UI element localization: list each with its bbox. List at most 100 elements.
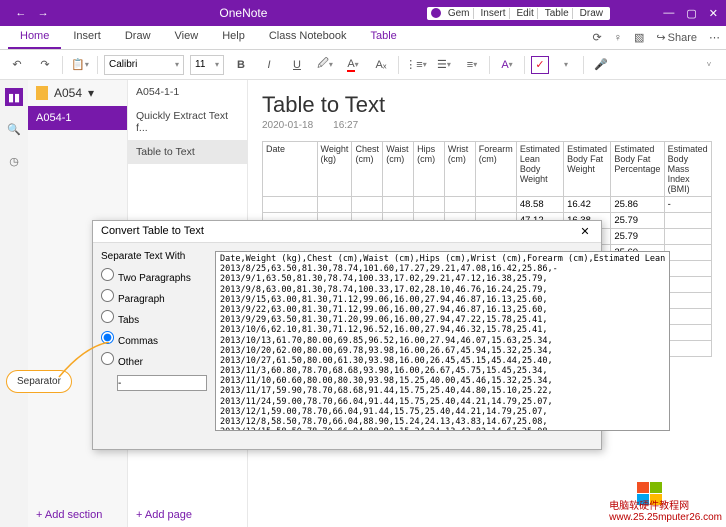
table-cell[interactable]	[263, 197, 318, 213]
clear-format-button[interactable]: Aₓ	[370, 54, 392, 76]
table-header: Hips (cm)	[414, 142, 445, 197]
bold-button[interactable]: B	[230, 54, 252, 76]
gem-toolbar: Gem Insert Edit Table Draw	[427, 7, 610, 20]
tab-insert[interactable]: Insert	[61, 26, 113, 49]
option-other[interactable]: Other	[101, 352, 207, 368]
option-two-paragraphs[interactable]: Two Paragraphs	[101, 268, 207, 284]
page-item[interactable]: A054-1-1	[128, 80, 247, 104]
numbering-button[interactable]: ☰▾	[433, 54, 455, 76]
tab-view[interactable]: View	[163, 26, 211, 49]
notebook-name: A054	[54, 86, 82, 100]
table-header: Estimated Body Fat Percentage	[611, 142, 664, 197]
tab-class-notebook[interactable]: Class Notebook	[257, 26, 359, 49]
add-page-button[interactable]: + Add page	[136, 509, 192, 521]
share-button[interactable]: ↪ Share	[650, 26, 703, 49]
table-cell[interactable]	[664, 293, 711, 309]
table-cell[interactable]	[352, 197, 383, 213]
table-header: Date	[263, 142, 318, 197]
ribbon-collapse-icon[interactable]: ˅	[698, 54, 720, 76]
dictate-button[interactable]: 🎤	[590, 54, 612, 76]
gem-tab-edit[interactable]: Edit	[514, 8, 538, 19]
table-cell[interactable]	[317, 197, 352, 213]
table-cell[interactable]	[664, 261, 711, 277]
undo-button[interactable]: ↶	[6, 54, 28, 76]
table-header: Weight (kg)	[317, 142, 352, 197]
table-cell[interactable]	[664, 325, 711, 341]
tab-home[interactable]: Home	[8, 26, 61, 49]
dialog-title: Convert Table to Text	[101, 225, 204, 238]
font-color-button[interactable]: A▾	[342, 54, 364, 76]
table-cell[interactable]	[664, 309, 711, 325]
back-icon[interactable]: ←	[15, 7, 26, 19]
option-commas[interactable]: Commas	[101, 331, 207, 347]
option-tabs[interactable]: Tabs	[101, 310, 207, 326]
table-cell[interactable]: 48.58	[516, 197, 563, 213]
forward-icon[interactable]: →	[38, 7, 49, 19]
tab-help[interactable]: Help	[210, 26, 257, 49]
notebook-picker[interactable]: A054 ▾	[28, 80, 127, 106]
sync-icon[interactable]: ⟳	[587, 26, 608, 49]
table-cell[interactable]	[444, 197, 475, 213]
gem-tab-insert[interactable]: Insert	[478, 8, 510, 19]
separator-options: Separate Text With Two Paragraphs Paragr…	[101, 251, 207, 439]
chevron-down-icon: ▾	[88, 86, 94, 100]
table-cell[interactable]	[664, 229, 711, 245]
table-cell[interactable]	[664, 341, 711, 357]
gem-tab-gem[interactable]: Gem	[445, 8, 474, 19]
overflow-icon[interactable]: ⋯	[703, 26, 726, 49]
clipboard-button[interactable]: 📋▾	[69, 54, 91, 76]
maximize-icon[interactable]: ▢	[686, 7, 696, 20]
ribbon: ↶ ↷ 📋▾ Calibri▾ 11▾ B I U 🖉▾ A▾ Aₓ ⋮≡▾ ☰…	[0, 50, 726, 80]
ribbon-tabs: Home Insert Draw View Help Class Noteboo…	[0, 26, 726, 50]
app-title: OneNote	[60, 6, 427, 20]
underline-button[interactable]: U	[286, 54, 308, 76]
gem-tab-draw[interactable]: Draw	[577, 8, 606, 19]
table-header: Waist (cm)	[383, 142, 414, 197]
table-cell[interactable]	[414, 197, 445, 213]
todo-tag-button[interactable]: ✓	[531, 56, 549, 74]
styles-button[interactable]: A▾	[496, 54, 518, 76]
tab-draw[interactable]: Draw	[113, 26, 163, 49]
table-cell[interactable]	[383, 197, 414, 213]
bullets-button[interactable]: ⋮≡▾	[405, 54, 427, 76]
option-paragraph[interactable]: Paragraph	[101, 289, 207, 305]
table-cell[interactable]	[664, 245, 711, 261]
table-cell[interactable]: -	[664, 197, 711, 213]
font-size-select[interactable]: 11▾	[190, 55, 224, 75]
page-date: 2020-01-18	[262, 120, 313, 131]
table-cell[interactable]: 25.86	[611, 197, 664, 213]
dialog-close-button[interactable]: ✕	[577, 225, 593, 238]
present-icon[interactable]: ▧	[628, 26, 650, 49]
table-cell[interactable]	[475, 197, 516, 213]
preview-textarea[interactable]: Date,Weight (kg),Chest (cm),Waist (cm),H…	[215, 251, 670, 431]
notebooks-icon[interactable]: ▮▮	[5, 88, 23, 106]
add-section-button[interactable]: + Add section	[36, 509, 102, 521]
page-item[interactable]: Table to Text	[128, 140, 247, 164]
table-cell[interactable]: 25.79	[611, 229, 664, 245]
align-button[interactable]: ≡▾	[461, 54, 483, 76]
section-item[interactable]: A054-1	[28, 106, 127, 130]
table-cell[interactable]	[664, 277, 711, 293]
tab-table[interactable]: Table	[358, 26, 408, 49]
redo-button[interactable]: ↷	[34, 54, 56, 76]
minimize-icon[interactable]: —	[663, 7, 674, 20]
annotation-callout: Separator	[6, 370, 72, 393]
page-title[interactable]: Table to Text	[262, 92, 712, 118]
todo-tag-chevron[interactable]: ▾	[555, 54, 577, 76]
lightbulb-icon[interactable]: ♀	[608, 26, 628, 49]
table-header: Estimated Body Mass Index (BMI)	[664, 142, 711, 197]
page-item[interactable]: Quickly Extract Text f...	[128, 104, 247, 140]
recent-icon[interactable]: ◷	[5, 152, 23, 170]
highlight-button[interactable]: 🖉▾	[314, 54, 336, 76]
close-icon[interactable]: ✕	[709, 7, 718, 20]
table-cell[interactable]: 25.79	[611, 213, 664, 229]
gem-tab-table[interactable]: Table	[542, 8, 573, 19]
table-cell[interactable]: 16.42	[564, 197, 611, 213]
table-row[interactable]: 48.5816.4225.86-	[263, 197, 712, 213]
other-separator-input[interactable]	[117, 375, 207, 391]
search-icon[interactable]: 🔍	[5, 120, 23, 138]
italic-button[interactable]: I	[258, 54, 280, 76]
title-bar: ← → OneNote Gem Insert Edit Table Draw —…	[0, 0, 726, 26]
font-name-select[interactable]: Calibri▾	[104, 55, 184, 75]
table-cell[interactable]	[664, 213, 711, 229]
